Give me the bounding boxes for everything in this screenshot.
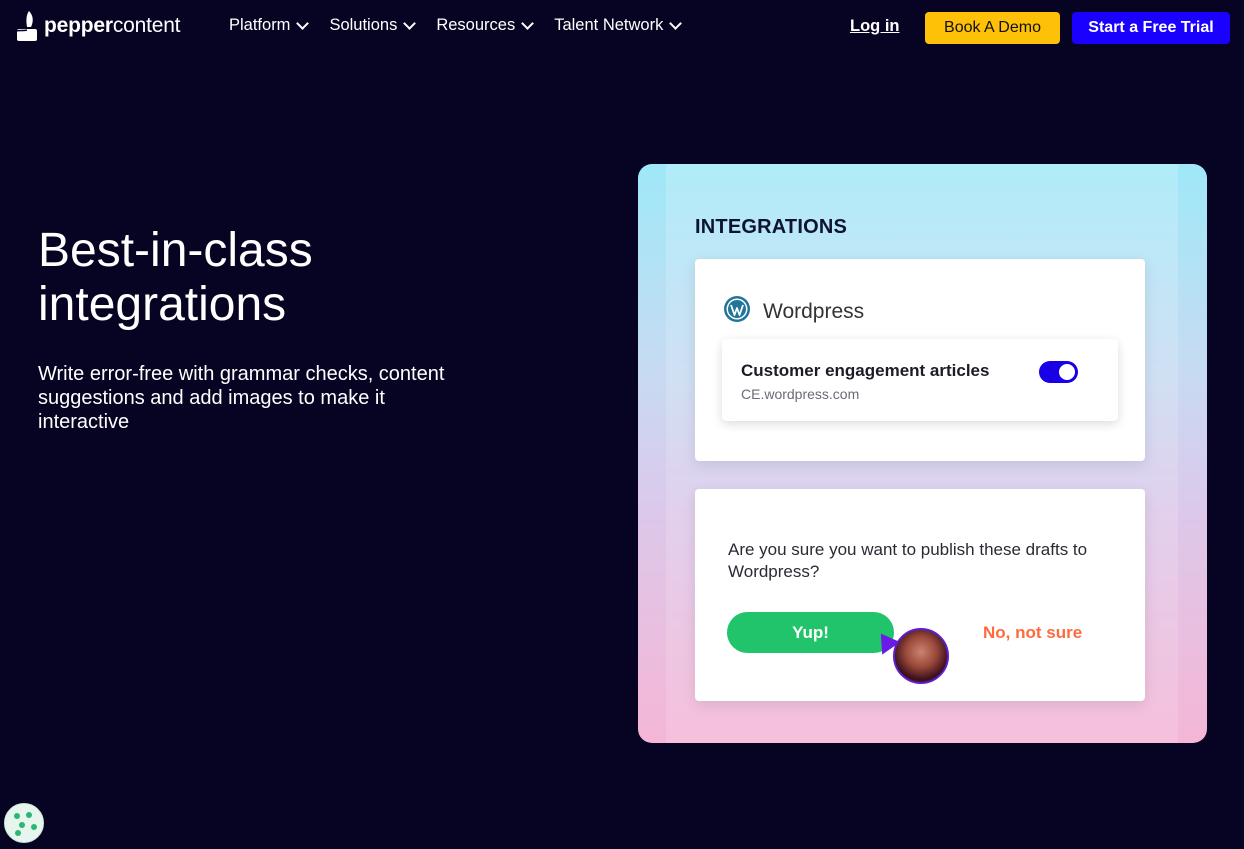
chevron-down-icon (669, 16, 683, 30)
hero-subtitle: Write error-free with grammar checks, co… (38, 363, 445, 433)
cookie-icon[interactable] (4, 803, 44, 843)
menu-label: Resources (436, 16, 516, 34)
wordpress-card: Wordpress Customer engagement articles C… (695, 259, 1145, 461)
login-link[interactable]: Log in (850, 17, 899, 36)
integrations-illustration: INTEGRATIONS Wordpress Customer engageme… (638, 164, 1207, 743)
menu-talent-network[interactable]: Talent Network (554, 16, 683, 35)
publish-confirm-card: Are you sure you want to publish these d… (695, 489, 1145, 701)
integration-name: Wordpress (763, 299, 865, 323)
logo-text-regular: content (112, 14, 181, 37)
wordpress-row: Wordpress (723, 295, 864, 328)
site-title: Customer engagement articles (741, 361, 990, 380)
main-menu: Platform Solutions Resources Talent Netw… (229, 16, 683, 35)
top-navigation: peppercontent Platform Solutions Resourc… (0, 0, 1244, 56)
chevron-down-icon (403, 16, 417, 30)
pen-nib-icon (14, 9, 40, 43)
confirm-no-button[interactable]: No, not sure (983, 623, 1082, 643)
menu-label: Talent Network (554, 16, 664, 34)
publish-toggle[interactable] (1039, 361, 1078, 383)
confirm-question: Are you sure you want to publish these d… (728, 540, 1088, 581)
site-url: CE.wordpress.com (741, 386, 860, 402)
confirm-yes-button[interactable]: Yup! (727, 612, 894, 653)
menu-platform[interactable]: Platform (229, 16, 310, 35)
logo[interactable]: peppercontent (14, 6, 181, 46)
wordpress-icon (723, 295, 751, 328)
site-card: Customer engagement articles CE.wordpres… (722, 339, 1118, 421)
menu-resources[interactable]: Resources (436, 16, 535, 35)
chevron-down-icon (521, 16, 535, 30)
hero-title: Best-in-class integrations (38, 224, 313, 331)
logo-text-bold: pepper (44, 14, 113, 37)
menu-label: Solutions (329, 16, 398, 34)
toggle-knob (1059, 364, 1075, 380)
start-free-trial-button[interactable]: Start a Free Trial (1072, 12, 1230, 44)
integrations-heading: INTEGRATIONS (695, 216, 848, 238)
avatar (893, 628, 949, 684)
menu-solutions[interactable]: Solutions (329, 16, 417, 35)
book-demo-button[interactable]: Book A Demo (925, 12, 1060, 44)
menu-label: Platform (229, 16, 291, 34)
chevron-down-icon (296, 16, 310, 30)
